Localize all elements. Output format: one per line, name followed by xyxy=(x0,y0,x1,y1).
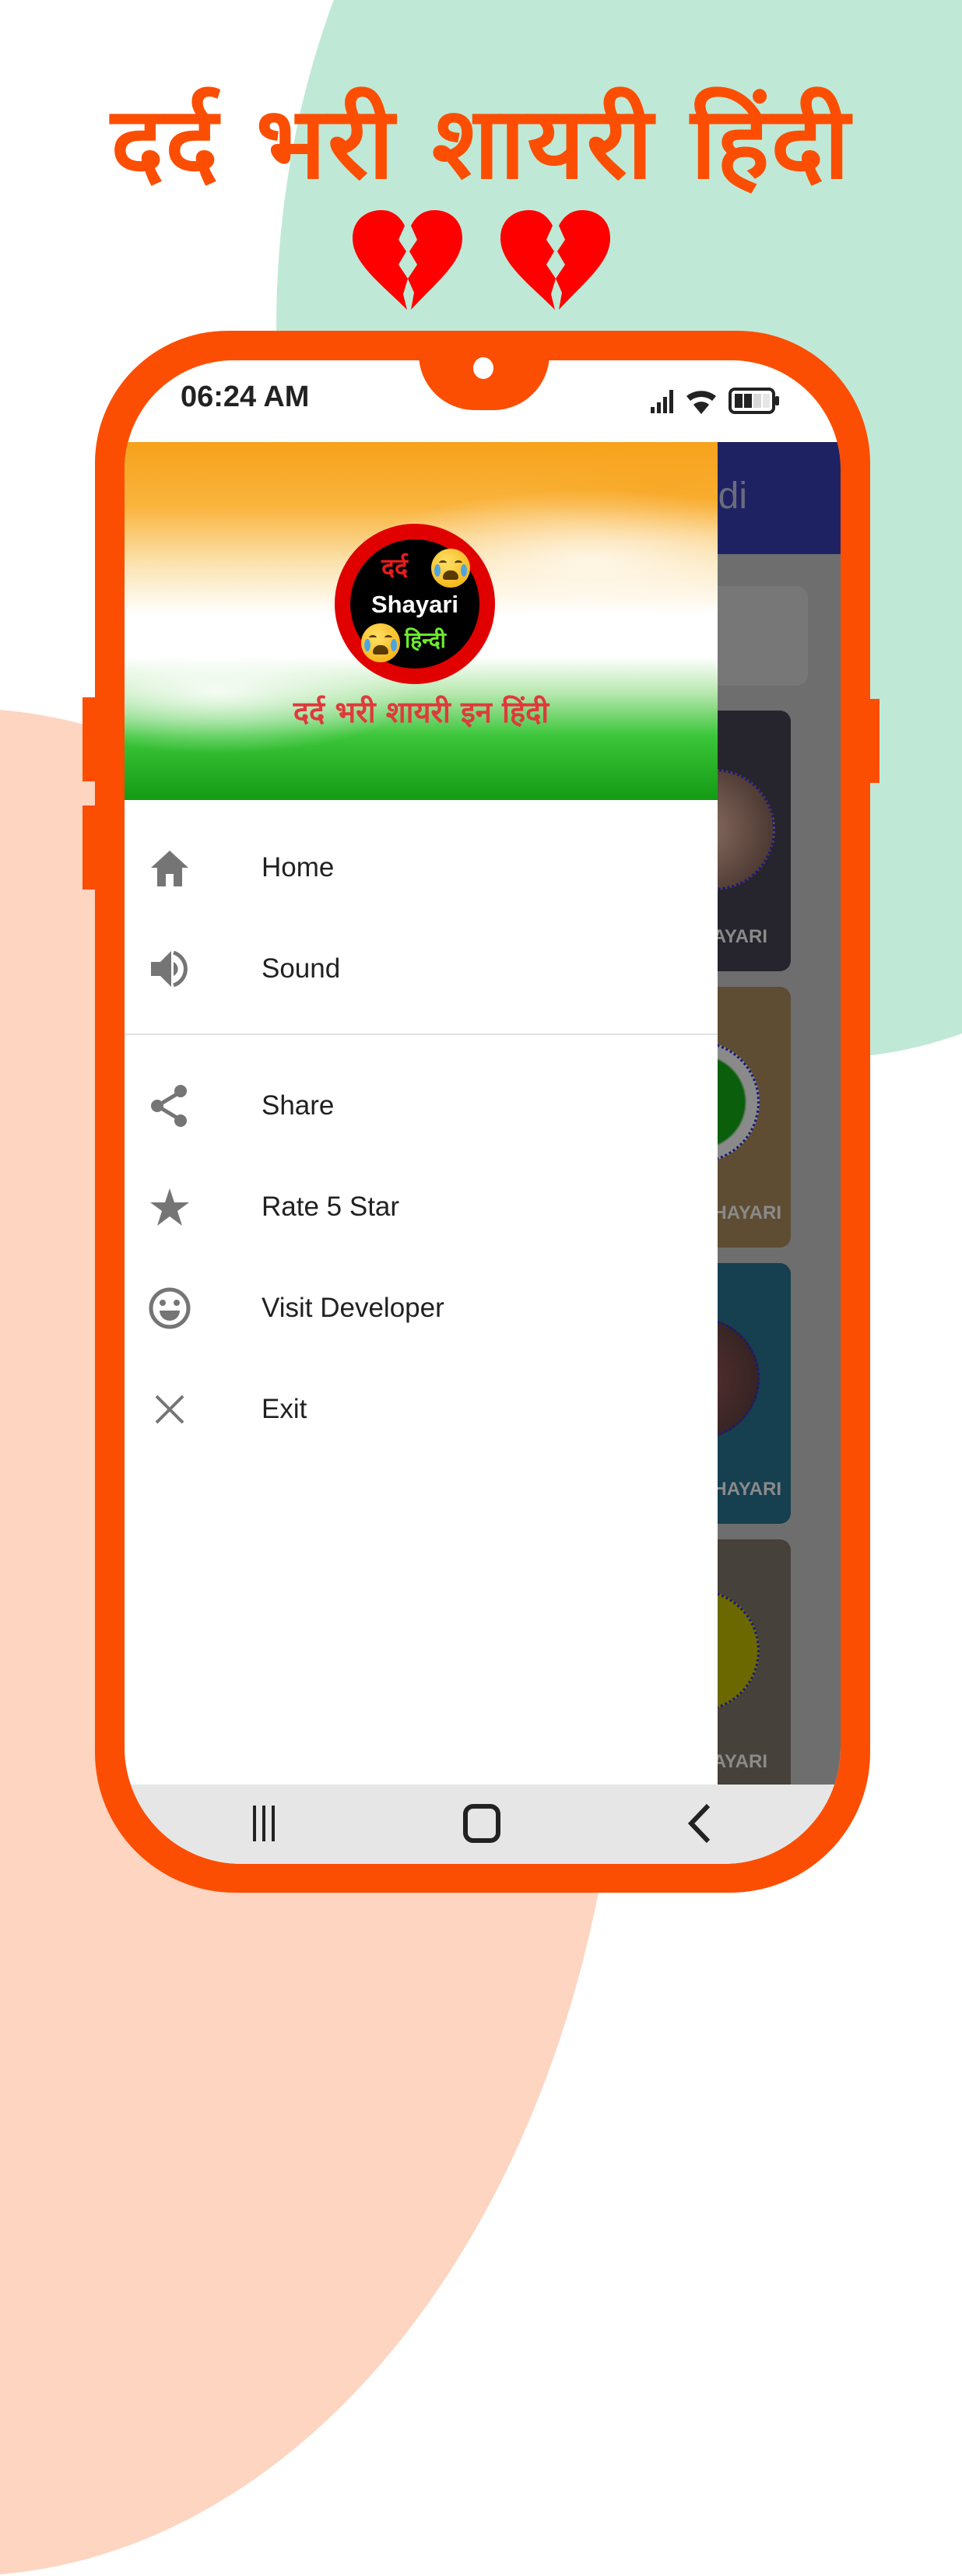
logo-text-hindi: हिन्दी xyxy=(405,627,446,653)
wifi-icon xyxy=(686,391,716,414)
share-icon xyxy=(148,1084,191,1128)
logo-text-shayari: Shayari xyxy=(370,591,458,618)
back-nav-button[interactable] xyxy=(664,1800,734,1847)
menu-item-share[interactable]: Share xyxy=(125,1063,718,1149)
broken-hearts xyxy=(0,209,962,314)
menu-item-visit-developer[interactable]: Visit Developer xyxy=(125,1265,718,1351)
smiley-icon xyxy=(148,1286,191,1330)
front-camera xyxy=(473,357,493,379)
home-nav-button[interactable] xyxy=(447,1800,517,1847)
recent-apps-button[interactable] xyxy=(230,1800,300,1847)
logo-text-dard: दर्द xyxy=(381,553,408,582)
menu-item-home[interactable]: Home xyxy=(125,825,718,911)
drawer-header: दर्द Shayari हिन्दी दर्द भरी शायरी इन हि… xyxy=(125,442,718,800)
close-icon xyxy=(148,1388,191,1431)
home-button-icon xyxy=(463,1804,500,1843)
menu-item-label: Sound xyxy=(262,953,341,984)
signal-icon xyxy=(651,390,673,413)
crying-emoji-icon xyxy=(361,623,400,662)
navigation-drawer: दर्द Shayari हिन्दी दर्द भरी शायरी इन हि… xyxy=(125,442,718,1785)
menu-item-label: Rate 5 Star xyxy=(262,1191,400,1222)
broken-heart-icon xyxy=(353,210,462,310)
category-label: AYARI xyxy=(712,1751,767,1772)
star-icon xyxy=(148,1185,191,1229)
promo-title: दर्द भरी शायरी हिंदी xyxy=(111,86,851,202)
crying-emoji-icon xyxy=(431,549,470,588)
menu-item-label: Share xyxy=(262,1090,335,1121)
recent-apps-icon xyxy=(253,1806,275,1841)
status-icons xyxy=(649,388,780,414)
menu-item-sound[interactable]: Sound xyxy=(125,926,718,1012)
menu-item-label: Visit Developer xyxy=(262,1293,444,1323)
menu-item-label: Exit xyxy=(262,1394,307,1424)
menu-item-exit[interactable]: Exit xyxy=(125,1367,718,1452)
broken-heart-icon xyxy=(500,210,610,310)
menu-item-rate[interactable]: Rate 5 Star xyxy=(125,1164,718,1250)
phone-screen: 06:24 AM di HAYARI P SHAYARI C SHAYARI A… xyxy=(125,360,841,1864)
app-logo: दर्द Shayari हिन्दी xyxy=(335,524,495,684)
volume-icon xyxy=(148,947,191,991)
home-icon xyxy=(148,846,191,890)
status-time: 06:24 AM xyxy=(181,381,310,413)
back-icon xyxy=(687,1803,711,1844)
menu-divider xyxy=(125,1034,718,1035)
menu-item-label: Home xyxy=(262,852,335,883)
system-nav-bar xyxy=(125,1785,841,1864)
app-bar-title: di xyxy=(718,476,747,517)
drawer-header-subtitle: दर्द भरी शायरी इन हिंदी xyxy=(293,695,549,729)
battery-icon xyxy=(729,388,779,414)
